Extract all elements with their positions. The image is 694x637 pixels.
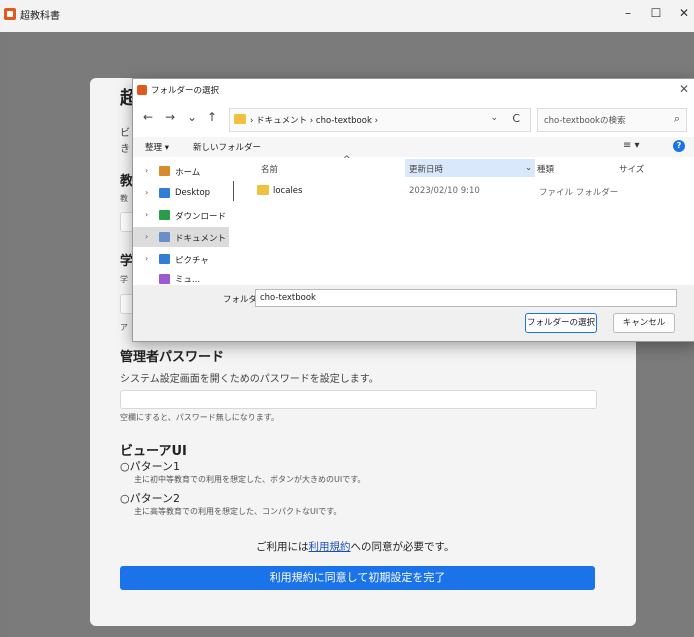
terms-prefix: ご利用には bbox=[256, 541, 309, 553]
folder-name-value: cho-textbook bbox=[260, 293, 316, 303]
chevron-right-icon[interactable]: › bbox=[145, 210, 148, 219]
setup-desc-partial-1: ビ bbox=[120, 128, 130, 139]
dialog-title: フォルダーの選択 bbox=[151, 86, 220, 96]
terms-note: ご利用には利用規約への同意が必要です。 bbox=[256, 539, 454, 554]
file-name: locales bbox=[273, 186, 303, 196]
app-titlebar: 超教科書 – ☐ ✕ bbox=[0, 0, 694, 32]
recent-locations-chevron-icon[interactable]: ⌄ bbox=[187, 110, 197, 124]
column-header-size[interactable]: サイズ bbox=[619, 163, 644, 175]
section2-desc-partial: 学 bbox=[120, 275, 128, 284]
music-icon bbox=[159, 274, 170, 284]
folder-icon bbox=[234, 114, 246, 124]
dialog-toolbar: 整理 ▾ 新しいフォルダー ≡ ▾ ? bbox=[133, 137, 694, 157]
organize-menu[interactable]: 整理 ▾ bbox=[145, 141, 169, 153]
agree-and-complete-button[interactable]: 利用規約に同意して初期設定を完了 bbox=[120, 566, 595, 590]
chevron-right-icon[interactable]: › bbox=[145, 254, 148, 263]
dialog-nav-bar: ← → ⌄ ↑ › ドキュメント › cho-textbook › ⌄ C ch… bbox=[133, 103, 694, 133]
nav-item-label: Desktop bbox=[175, 188, 211, 198]
download-icon bbox=[159, 210, 170, 220]
address-path: › ドキュメント › cho-textbook › bbox=[250, 116, 378, 126]
admin-password-hint: 空欄にすると、パスワード無しになります。 bbox=[120, 413, 279, 422]
nav-item-desktop[interactable]: › Desktop bbox=[133, 183, 229, 203]
search-input[interactable]: cho-textbookの検索 ⌕ bbox=[537, 108, 687, 132]
column-header-date[interactable]: 更新日時 bbox=[409, 163, 443, 175]
folder-icon bbox=[257, 185, 269, 195]
desktop-icon bbox=[159, 188, 170, 198]
terms-suffix: への同意が必要です。 bbox=[350, 541, 455, 553]
pattern1-desc: 主に初中等教育での利用を想定した、ボタンが大きめのUIです。 bbox=[134, 475, 366, 484]
search-icon[interactable]: ⌕ bbox=[674, 112, 680, 126]
nav-item-home[interactable]: › ホーム bbox=[133, 161, 229, 181]
app-logo-icon bbox=[4, 8, 16, 20]
viewer-ui-heading: ビューアUI bbox=[120, 444, 187, 459]
cancel-button[interactable]: キャンセル bbox=[613, 313, 675, 333]
file-date: 2023/02/10 9:10 bbox=[409, 186, 480, 196]
new-folder-button[interactable]: 新しいフォルダー bbox=[193, 141, 261, 153]
admin-password-desc: システム設定画面を開くためのパスワードを設定します。 bbox=[120, 374, 379, 385]
nav-item-pictures[interactable]: › ピクチャ bbox=[133, 249, 229, 269]
admin-password-heading: 管理者パスワード bbox=[120, 350, 225, 365]
documents-icon bbox=[159, 232, 170, 242]
pane-splitter[interactable] bbox=[233, 181, 234, 201]
nav-item-label: ドキュメント bbox=[175, 234, 227, 244]
file-type: ファイル フォルダー bbox=[539, 188, 619, 198]
nav-item-documents[interactable]: › ドキュメント bbox=[133, 227, 229, 247]
minimize-button[interactable]: – bbox=[618, 6, 638, 20]
close-button[interactable]: ✕ bbox=[674, 6, 694, 20]
pattern2-desc: 主に高等教育での利用を想定した、コンパクトなUIです。 bbox=[134, 507, 342, 516]
column-header-name[interactable]: 名前 bbox=[261, 163, 278, 175]
folder-name-input[interactable]: cho-textbook bbox=[255, 289, 677, 307]
nav-item-downloads[interactable]: › ダウンロード bbox=[133, 205, 229, 225]
pictures-icon bbox=[159, 254, 170, 264]
section1-desc-partial: 教 bbox=[120, 194, 128, 203]
dialog-close-icon[interactable]: ✕ bbox=[679, 82, 689, 96]
column-header-type[interactable]: 種類 bbox=[537, 163, 554, 175]
forward-arrow-icon[interactable]: → bbox=[165, 110, 175, 124]
folder-select-dialog: フォルダーの選択 ✕ ← → ⌄ ↑ › ドキュメント › cho-textbo… bbox=[132, 78, 694, 342]
nav-item-label: ピクチャ bbox=[175, 256, 209, 266]
file-list: 名前 ^ 更新日時 ⌄ 種類 サイズ locales 2023/02/10 9:… bbox=[241, 155, 691, 285]
search-placeholder: cho-textbookの検索 bbox=[544, 116, 626, 126]
admin-password-input[interactable] bbox=[120, 390, 597, 409]
chevron-right-icon[interactable]: › bbox=[145, 166, 148, 175]
pattern1-radio[interactable]: ○パターン1 bbox=[120, 458, 180, 474]
setup-desc-partial-2: き bbox=[120, 144, 130, 155]
terms-link[interactable]: 利用規約 bbox=[309, 541, 351, 553]
select-folder-button[interactable]: フォルダーの選択 bbox=[525, 313, 597, 333]
dialog-footer: フォルダー: cho-textbook フォルダーの選択 キャンセル bbox=[133, 285, 694, 341]
nav-item-label: ダウンロード bbox=[175, 212, 227, 222]
dialog-titlebar: フォルダーの選択 ✕ bbox=[133, 79, 694, 101]
help-icon[interactable]: ? bbox=[673, 140, 685, 152]
chevron-right-icon[interactable]: › bbox=[145, 232, 148, 241]
file-row[interactable]: locales 2023/02/10 9:10 ファイル フォルダー bbox=[241, 181, 681, 199]
home-icon bbox=[159, 166, 170, 176]
navigation-pane: › ホーム › Desktop › ダウンロード › ドキュメント › ピクチャ… bbox=[133, 159, 233, 285]
nav-item-label: ホーム bbox=[175, 168, 201, 178]
sort-ascending-icon: ^ bbox=[343, 155, 351, 165]
nav-item-music[interactable]: ミュ... bbox=[133, 271, 229, 285]
dialog-app-icon bbox=[137, 85, 147, 95]
refresh-icon[interactable]: C bbox=[512, 112, 520, 125]
maximize-button[interactable]: ☐ bbox=[646, 6, 666, 20]
pattern2-radio[interactable]: ○パターン2 bbox=[120, 490, 180, 506]
app-title: 超教科書 bbox=[20, 11, 60, 22]
address-bar[interactable]: › ドキュメント › cho-textbook › ⌄ C bbox=[229, 108, 531, 132]
chevron-right-icon[interactable]: › bbox=[145, 188, 148, 197]
section2-hint-partial: ア bbox=[120, 323, 128, 332]
nav-item-label: ミュ... bbox=[175, 275, 201, 285]
back-arrow-icon[interactable]: ← bbox=[143, 110, 153, 124]
view-options-icon[interactable]: ≡ ▾ bbox=[623, 140, 640, 151]
up-arrow-icon[interactable]: ↑ bbox=[207, 110, 217, 124]
address-dropdown-icon[interactable]: ⌄ bbox=[490, 113, 498, 123]
column-dropdown-icon[interactable]: ⌄ bbox=[525, 163, 532, 173]
